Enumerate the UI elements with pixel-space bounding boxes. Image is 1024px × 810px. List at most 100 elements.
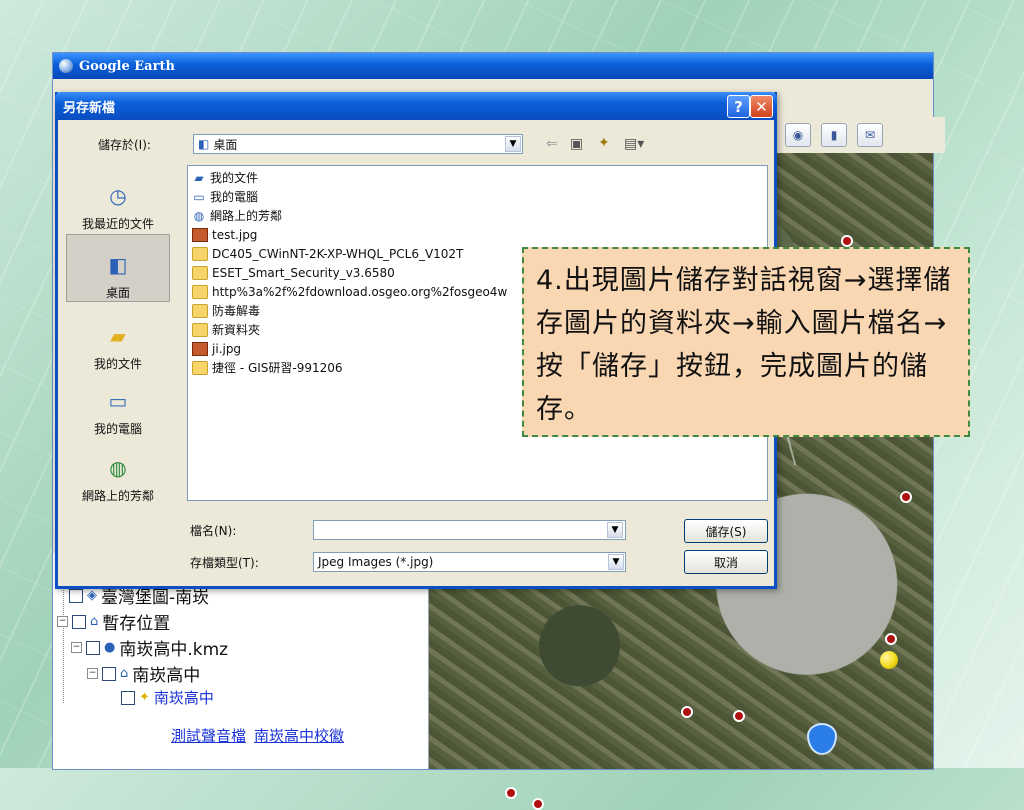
chevron-down-icon[interactable]: ▼ xyxy=(607,522,623,538)
place-desktop[interactable]: ◧ 桌面 xyxy=(66,234,170,302)
map-placemark-icon[interactable] xyxy=(900,491,912,503)
dialog-titlebar: 另存新檔 ? ✕ xyxy=(55,92,777,120)
tree-checkbox[interactable] xyxy=(121,690,135,705)
planet-icon[interactable]: ◉ xyxy=(785,123,811,147)
map-placemark-icon[interactable] xyxy=(505,787,517,799)
google-earth-titlebar: Google Earth xyxy=(53,53,933,79)
network-icon: ◍ xyxy=(109,456,127,480)
file-name: 防毒解毒 xyxy=(212,304,261,318)
file-name: ji.jpg xyxy=(212,341,242,356)
map-placemark-icon[interactable] xyxy=(841,235,853,247)
map-placemark-icon[interactable] xyxy=(681,706,693,718)
place-network[interactable]: ◍ 網路上的芳鄰 xyxy=(66,436,170,504)
place-label: 我的電腦 xyxy=(93,422,142,436)
tree-item-kmz[interactable]: − ● 南崁高中.kmz xyxy=(71,635,228,660)
place-my-computer[interactable]: ▭ 我的電腦 xyxy=(66,369,170,437)
tree-item-label: 南崁高中 xyxy=(153,689,214,707)
place-label: 桌面 xyxy=(105,286,130,300)
back-icon[interactable]: ⇐ xyxy=(546,136,558,152)
folder-icon xyxy=(192,246,208,261)
list-item[interactable]: ▭ 我的電腦 xyxy=(192,187,258,206)
folder-icon xyxy=(192,265,208,280)
list-item[interactable]: ESET_Smart_Security_v3.6580 xyxy=(192,263,395,282)
folder-icon xyxy=(192,322,208,337)
pushpin-icon[interactable] xyxy=(880,651,898,669)
place-label: 網路上的芳鄰 xyxy=(81,489,154,503)
list-item[interactable]: ▰ 我的文件 xyxy=(192,168,258,187)
place-recent-documents[interactable]: ◷ 我最近的文件 xyxy=(66,164,170,232)
list-item[interactable]: 防毒解毒 xyxy=(192,301,260,320)
file-name: http%3a%2f%2fdownload.osgeo.org%2fosgeo4… xyxy=(212,284,508,299)
tree-item-label: 南崁高中 xyxy=(132,666,201,686)
map-placemark-icon[interactable] xyxy=(885,633,897,645)
new-folder-icon[interactable]: ✦ xyxy=(598,135,610,151)
filename-input[interactable] xyxy=(313,520,626,540)
my-documents-icon: ▰ xyxy=(110,324,126,348)
chevron-down-icon[interactable]: ▼ xyxy=(505,136,521,152)
list-item[interactable]: 新資料夾 xyxy=(192,320,260,339)
school-marker-icon[interactable] xyxy=(807,723,837,755)
save-in-select[interactable]: ◧ 桌面 ▼ xyxy=(193,134,523,154)
folder-icon xyxy=(192,284,208,299)
list-item[interactable]: test.jpg xyxy=(192,225,257,244)
place-my-documents[interactable]: ▰ 我的文件 xyxy=(66,304,170,372)
instruction-callout: 4.出現圖片儲存對話視窗→選擇儲存圖片的資料夾→輸入圖片檔名→按「儲存」按鈕，完… xyxy=(522,247,970,437)
tree-checkbox[interactable] xyxy=(72,614,86,629)
tree-checkbox[interactable] xyxy=(102,666,116,681)
kmz-icon: ● xyxy=(104,640,116,655)
file-name: DC405_CWinNT-2K-XP-WHQL_PCL6_V102T xyxy=(212,246,464,261)
shortcut-folder-icon xyxy=(192,360,208,375)
google-earth-logo-icon xyxy=(59,59,73,73)
filetype-select[interactable]: Jpeg Images (*.jpg) ▼ xyxy=(313,552,626,572)
list-item[interactable]: ◍ 網路上的芳鄰 xyxy=(192,206,282,225)
image-file-icon xyxy=(192,341,208,356)
collapse-icon[interactable]: − xyxy=(71,642,82,653)
list-item[interactable]: DC405_CWinNT-2K-XP-WHQL_PCL6_V102T xyxy=(192,244,463,263)
save-in-label: 儲存於(I): xyxy=(98,138,151,152)
file-name: 我的文件 xyxy=(210,171,259,185)
email-icon[interactable]: ✉ xyxy=(857,123,883,147)
chevron-down-icon[interactable]: ▼ xyxy=(608,554,624,570)
view-menu-icon[interactable]: ▤▾ xyxy=(624,136,644,152)
list-item[interactable]: http%3a%2f%2fdownload.osgeo.org%2fosgeo4… xyxy=(192,282,507,301)
tree-item-label: 暫存位置 xyxy=(102,614,171,634)
list-item[interactable]: 捷徑 - GIS研習-991206 xyxy=(192,358,343,377)
place-label: 我最近的文件 xyxy=(81,217,154,231)
tree-item-school-placemark[interactable]: ✦ 南崁高中 xyxy=(121,687,214,708)
file-name: 我的電腦 xyxy=(210,190,259,204)
filename-label: 檔名(N): xyxy=(190,524,237,538)
dialog-title: 另存新檔 xyxy=(63,100,116,116)
close-button[interactable]: ✕ xyxy=(750,95,773,118)
file-name: test.jpg xyxy=(212,227,258,242)
layer-icon: ◈ xyxy=(87,588,97,603)
map-placemark-icon[interactable] xyxy=(532,798,544,810)
folder-icon xyxy=(192,303,208,318)
map-placemark-icon[interactable] xyxy=(733,710,745,722)
list-item[interactable]: ji.jpg xyxy=(192,339,241,358)
ruler-icon[interactable]: ▮ xyxy=(821,123,847,147)
tree-item-label: 南崁高中.kmz xyxy=(119,640,229,660)
collapse-icon[interactable]: − xyxy=(87,668,98,679)
tree-checkbox[interactable] xyxy=(86,640,100,655)
google-earth-toolbar: ◉ ▮ ✉ xyxy=(773,117,945,153)
places-bar: ◷ 我最近的文件 ◧ 桌面 ▰ 我的文件 ▭ 我的電腦 ◍ 網路上的芳鄰 xyxy=(66,164,170,504)
my-computer-icon: ▭ xyxy=(108,389,128,413)
network-icon: ◍ xyxy=(193,208,205,223)
up-folder-icon[interactable]: ▣ xyxy=(570,136,583,152)
help-button[interactable]: ? xyxy=(727,95,750,118)
sound-test-link[interactable]: 測試聲音檔 xyxy=(171,725,246,746)
tree-checkbox[interactable] xyxy=(69,588,83,603)
tree-item-temporary[interactable]: − ⌂ 暫存位置 xyxy=(57,609,170,634)
filetype-value: Jpeg Images (*.jpg) xyxy=(318,555,434,569)
save-button[interactable]: 儲存(S) xyxy=(684,519,768,543)
file-name: 新資料夾 xyxy=(212,323,261,337)
tree-item-school-folder[interactable]: − ⌂ 南崁高中 xyxy=(87,661,200,686)
google-earth-title: Google Earth xyxy=(79,58,175,74)
filetype-label: 存檔類型(T): xyxy=(190,556,259,570)
school-badge-link[interactable]: 南崁高中校徽 xyxy=(254,725,344,746)
collapse-icon[interactable]: − xyxy=(57,616,68,627)
folder-icon: ⌂ xyxy=(120,666,129,681)
my-documents-icon: ▰ xyxy=(194,170,204,185)
cancel-button[interactable]: 取消 xyxy=(684,550,768,574)
image-file-icon xyxy=(192,227,208,242)
